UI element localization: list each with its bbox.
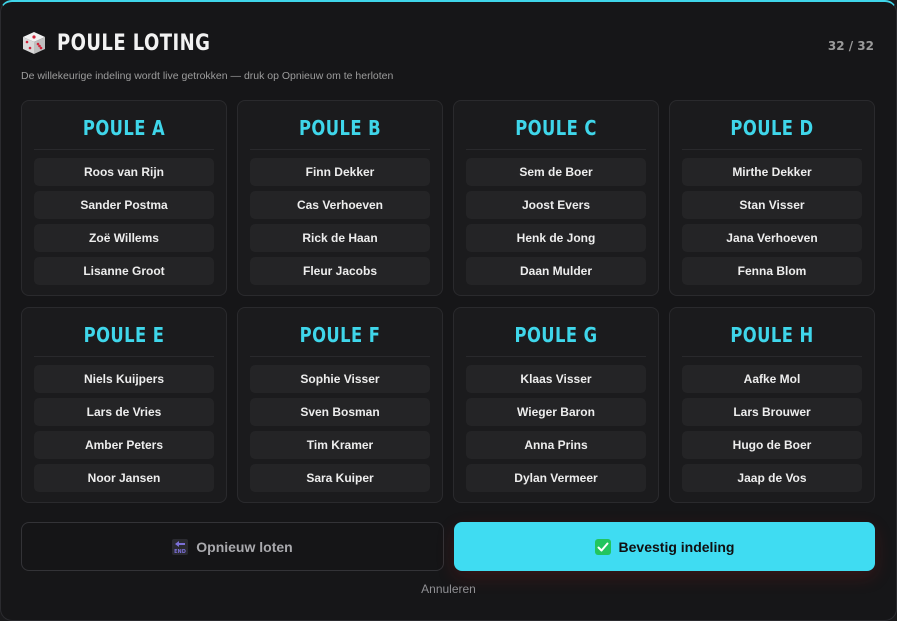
player-chip: Noor Jansen: [34, 464, 214, 492]
player-chip: Aafke Mol: [682, 365, 862, 393]
poule-title: POULE E: [83, 323, 165, 347]
player-chip: Lisanne Groot: [34, 257, 214, 285]
end-arrow-icon: END: [172, 538, 189, 555]
reroll-label: Opnieuw loten: [196, 538, 293, 555]
confirm-button[interactable]: Bevestig indeling: [454, 522, 875, 571]
poule-draw-dialog: POULE LOTING 32 / 32 De willekeurige ind…: [0, 0, 897, 621]
cancel-link[interactable]: Annuleren: [1, 582, 896, 596]
poule-card-d: POULE D Mirthe Dekker Stan Visser Jana V…: [669, 100, 875, 296]
title-group: POULE LOTING: [21, 30, 874, 56]
player-chip: Cas Verhoeven: [250, 191, 430, 219]
poule-title: POULE C: [515, 116, 597, 140]
poule-title: POULE D: [730, 116, 814, 140]
poule-title: POULE A: [82, 116, 166, 140]
divider: [682, 356, 862, 357]
reroll-button[interactable]: END Opnieuw loten: [21, 522, 444, 571]
divider: [34, 149, 214, 150]
svg-text:END: END: [174, 549, 186, 555]
player-chip: Hugo de Boer: [682, 431, 862, 459]
divider: [466, 149, 646, 150]
player-chip: Mirthe Dekker: [682, 158, 862, 186]
dice-icon: [23, 32, 45, 54]
player-chip: Fleur Jacobs: [250, 257, 430, 285]
player-chip: Joost Evers: [466, 191, 646, 219]
player-chip: Lars de Vries: [34, 398, 214, 426]
player-chip: Henk de Jong: [466, 224, 646, 252]
check-box-icon: [594, 538, 611, 555]
player-chip: Jaap de Vos: [682, 464, 862, 492]
player-chip: Dylan Vermeer: [466, 464, 646, 492]
player-chip: Daan Mulder: [466, 257, 646, 285]
player-chip: Sara Kuiper: [250, 464, 430, 492]
player-chip: Niels Kuijpers: [34, 365, 214, 393]
poule-title: POULE G: [514, 323, 598, 347]
divider: [682, 149, 862, 150]
player-chip: Amber Peters: [34, 431, 214, 459]
divider: [250, 149, 430, 150]
divider: [466, 356, 646, 357]
poule-card-h: POULE H Aafke Mol Lars Brouwer Hugo de B…: [669, 307, 875, 503]
player-chip: Rick de Haan: [250, 224, 430, 252]
player-chip: Roos van Rijn: [34, 158, 214, 186]
player-chip: Sven Bosman: [250, 398, 430, 426]
player-chip: Fenna Blom: [682, 257, 862, 285]
player-chip: Stan Visser: [682, 191, 862, 219]
dialog-subtitle: De willekeurige indeling wordt live getr…: [21, 70, 394, 82]
confirm-label: Bevestig indeling: [618, 538, 735, 555]
player-chip: Finn Dekker: [250, 158, 430, 186]
dialog-title: POULE LOTING: [57, 30, 211, 56]
poule-card-f: POULE F Sophie Visser Sven Bosman Tim Kr…: [237, 307, 443, 503]
player-chip: Zoë Willems: [34, 224, 214, 252]
poule-card-b: POULE B Finn Dekker Cas Verhoeven Rick d…: [237, 100, 443, 296]
player-chip: Sander Postma: [34, 191, 214, 219]
draw-counter: 32 / 32: [827, 39, 874, 53]
player-chip: Wieger Baron: [466, 398, 646, 426]
player-chip: Sem de Boer: [466, 158, 646, 186]
divider: [34, 356, 214, 357]
poule-card-c: POULE C Sem de Boer Joost Evers Henk de …: [453, 100, 659, 296]
player-chip: Jana Verhoeven: [682, 224, 862, 252]
poule-title: POULE H: [730, 323, 814, 347]
poule-card-g: POULE G Klaas Visser Wieger Baron Anna P…: [453, 307, 659, 503]
divider: [250, 356, 430, 357]
player-chip: Tim Kramer: [250, 431, 430, 459]
dialog-header: POULE LOTING 32 / 32: [21, 30, 874, 62]
player-chip: Anna Prins: [466, 431, 646, 459]
poule-card-a: POULE A Roos van Rijn Sander Postma Zoë …: [21, 100, 227, 296]
player-chip: Klaas Visser: [466, 365, 646, 393]
poule-title: POULE B: [298, 116, 381, 140]
player-chip: Sophie Visser: [250, 365, 430, 393]
poule-card-e: POULE E Niels Kuijpers Lars de Vries Amb…: [21, 307, 227, 503]
poule-grid: POULE A Roos van Rijn Sander Postma Zoë …: [21, 100, 876, 503]
poule-title: POULE F: [299, 323, 381, 347]
player-chip: Lars Brouwer: [682, 398, 862, 426]
